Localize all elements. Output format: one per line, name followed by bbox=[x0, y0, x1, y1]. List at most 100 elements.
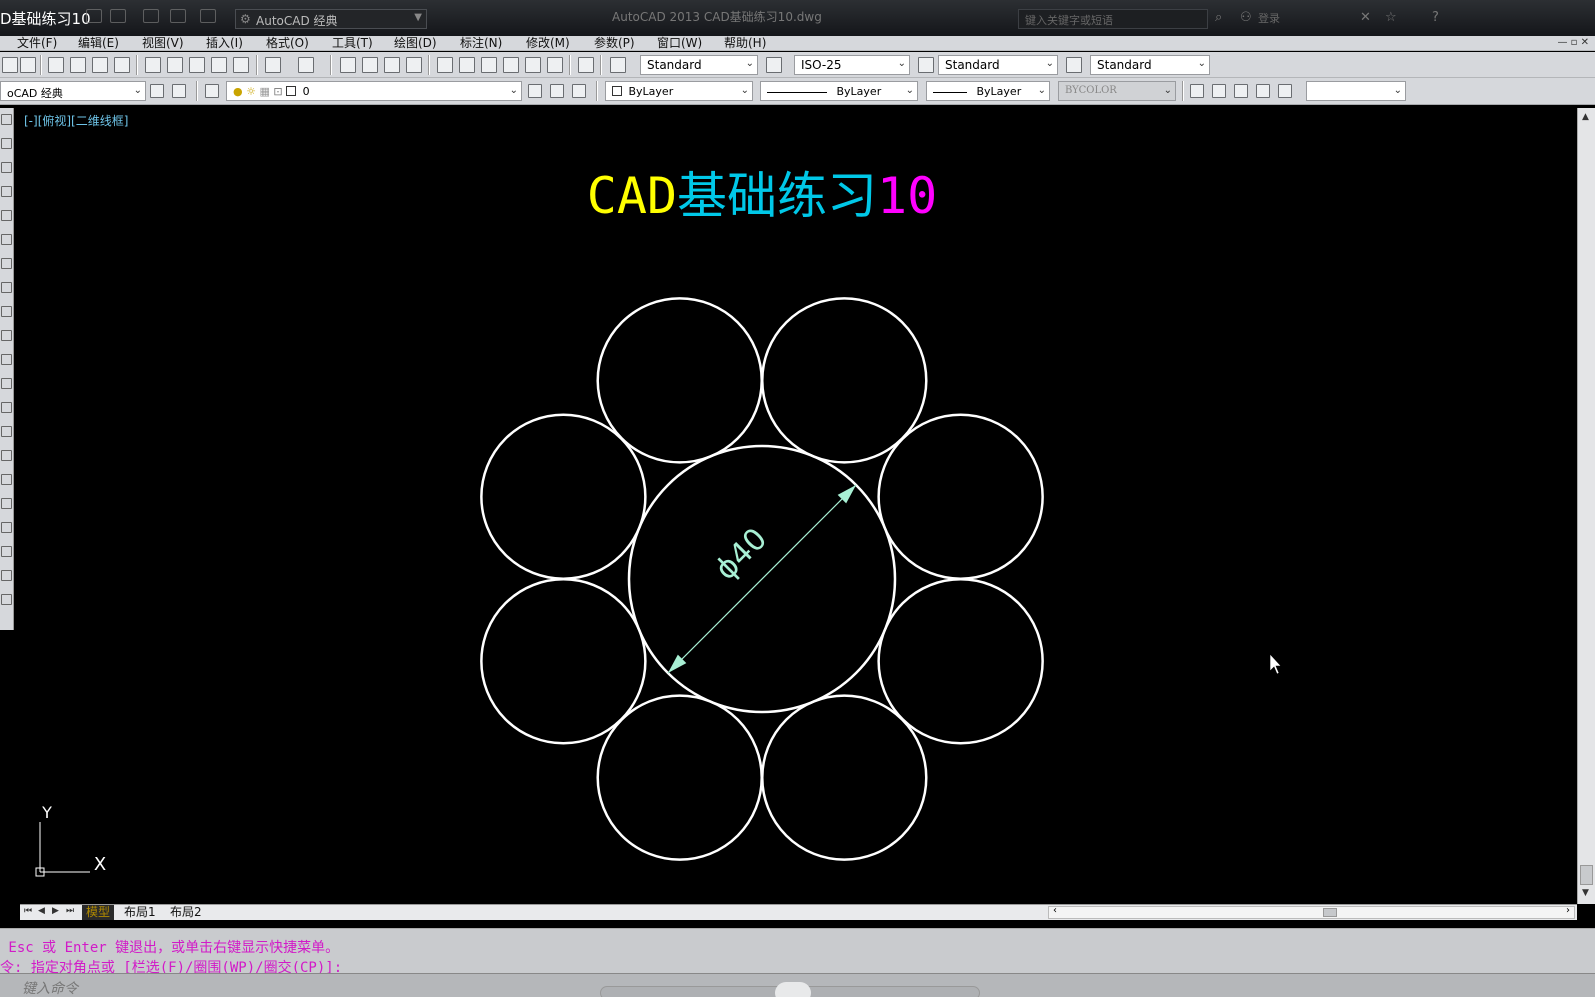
menu-draw[interactable]: 绘图(D) bbox=[394, 36, 437, 51]
scroll-down-icon[interactable]: ▼ bbox=[1582, 888, 1589, 898]
outer-circle[interactable] bbox=[480, 413, 647, 580]
markup-icon[interactable] bbox=[525, 57, 541, 73]
first-tab-icon[interactable]: ⏮ bbox=[24, 906, 32, 916]
properties-icon[interactable] bbox=[437, 57, 453, 73]
outer-circle[interactable] bbox=[761, 694, 928, 861]
last-tab-icon[interactable]: ⏭ bbox=[66, 906, 74, 916]
menu-edit[interactable]: 编辑(E) bbox=[78, 36, 119, 51]
tab-layout1[interactable]: 布局1 bbox=[120, 905, 160, 920]
open-icon[interactable] bbox=[2, 57, 18, 73]
menu-insert[interactable]: 插入(I) bbox=[206, 36, 243, 51]
workspace-select[interactable]: oCAD 经典 ⌄ bbox=[0, 81, 146, 101]
menu-view[interactable]: 视图(V) bbox=[142, 36, 184, 51]
menu-tools[interactable]: 工具(T) bbox=[332, 36, 373, 51]
arc-icon[interactable] bbox=[1, 234, 12, 245]
outer-circle[interactable] bbox=[877, 413, 1044, 580]
dim-radius-icon[interactable] bbox=[1, 570, 12, 581]
publish-icon[interactable] bbox=[92, 57, 108, 73]
scroll-up-icon[interactable]: ▲ bbox=[1582, 112, 1589, 122]
redo-icon[interactable] bbox=[298, 57, 314, 73]
lineweight-select[interactable]: ByLayer ⌄ bbox=[926, 81, 1050, 101]
ellipse-icon[interactable] bbox=[1, 306, 12, 317]
table-icon[interactable] bbox=[1, 474, 12, 485]
menu-help[interactable]: 帮助(H) bbox=[724, 36, 766, 51]
gradient-icon[interactable] bbox=[1, 426, 12, 437]
scroll-thumb[interactable] bbox=[1580, 865, 1593, 885]
revcloud-icon[interactable] bbox=[1, 258, 12, 269]
viewport-polygonal-icon[interactable] bbox=[1234, 84, 1248, 98]
line-icon[interactable] bbox=[1, 114, 12, 125]
viewport-single-icon[interactable] bbox=[1190, 84, 1204, 98]
drawing-canvas[interactable]: [-][俯视][二维线框] CAD基础练习10 ϕ40 Y X bbox=[20, 108, 1577, 904]
workspace-selector[interactable]: ⚙ AutoCAD 经典 ▼ bbox=[235, 9, 427, 29]
spline-icon[interactable] bbox=[1, 282, 12, 293]
login-link[interactable]: 登录 bbox=[1258, 10, 1280, 26]
horizontal-scrollbar[interactable]: ‹ › bbox=[1048, 905, 1575, 919]
layer-state-icon[interactable] bbox=[572, 84, 586, 98]
menu-parametric[interactable]: 参数(P) bbox=[594, 36, 635, 51]
design-center-icon[interactable] bbox=[459, 57, 475, 73]
print-icon[interactable] bbox=[143, 9, 159, 23]
help-icon[interactable]: ? bbox=[1432, 10, 1439, 25]
menu-format[interactable]: 格式(O) bbox=[266, 36, 309, 51]
help-icon[interactable] bbox=[578, 57, 594, 73]
tab-model[interactable]: 模型 bbox=[82, 905, 115, 920]
layer-properties-icon[interactable] bbox=[205, 84, 219, 98]
pause-icon[interactable] bbox=[775, 982, 811, 997]
circle-icon[interactable] bbox=[1, 210, 12, 221]
linetype-select[interactable]: ByLayer ⌄ bbox=[760, 81, 918, 101]
menu-modify[interactable]: 修改(M) bbox=[526, 36, 570, 51]
make-block-icon[interactable] bbox=[1, 354, 12, 365]
3d-dwf-icon[interactable] bbox=[114, 57, 130, 73]
polyline-icon[interactable] bbox=[1, 162, 12, 173]
menu-file[interactable]: 文件(F) bbox=[17, 36, 57, 51]
dim-aligned-icon[interactable] bbox=[1, 546, 12, 557]
search-input[interactable]: 键入关键字或短语 bbox=[1018, 9, 1208, 29]
mtext-icon[interactable] bbox=[1, 498, 12, 509]
window-controls-icon[interactable]: — ▫ ✕ bbox=[1557, 37, 1589, 48]
outer-circle[interactable] bbox=[877, 578, 1044, 745]
workspace-settings-icon[interactable] bbox=[150, 84, 164, 98]
user-icon[interactable]: ⚇ bbox=[1240, 10, 1252, 25]
insert-block-icon[interactable] bbox=[1, 330, 12, 341]
point-icon[interactable] bbox=[1, 378, 12, 389]
copy-icon[interactable] bbox=[167, 57, 183, 73]
color-select[interactable]: ByLayer ⌄ bbox=[605, 81, 753, 101]
match-properties-icon[interactable] bbox=[211, 57, 227, 73]
cut-icon[interactable] bbox=[145, 57, 161, 73]
construction-line-icon[interactable] bbox=[1, 138, 12, 149]
scroll-thumb[interactable] bbox=[1323, 908, 1337, 917]
table-style-icon[interactable] bbox=[918, 57, 934, 73]
binoculars-icon[interactable]: ⌕ bbox=[1215, 10, 1222, 25]
block-editor-icon[interactable] bbox=[233, 57, 249, 73]
preview-icon[interactable] bbox=[70, 57, 86, 73]
text-style-icon[interactable] bbox=[610, 57, 626, 73]
scroll-right-icon[interactable]: › bbox=[1566, 905, 1570, 916]
undo-icon[interactable] bbox=[170, 9, 186, 23]
undo-icon[interactable] bbox=[265, 57, 281, 73]
dim-style-select[interactable]: ISO-25 ⌄ bbox=[794, 55, 910, 75]
mleader-style-select[interactable]: Standard ⌄ bbox=[1090, 55, 1210, 75]
dim-linear-icon[interactable] bbox=[1, 522, 12, 533]
viewport-dialog-icon[interactable] bbox=[1212, 84, 1226, 98]
outer-circle[interactable] bbox=[480, 578, 647, 745]
exchange-icon[interactable]: ✕ bbox=[1360, 10, 1371, 25]
quickcalc-icon[interactable] bbox=[547, 57, 563, 73]
saveas-icon[interactable] bbox=[110, 9, 126, 23]
layer-select[interactable]: ● ☼ ▦ ⊡ 0 ⌄ bbox=[226, 81, 522, 101]
layer-previous-icon[interactable] bbox=[550, 84, 564, 98]
star-icon[interactable]: ☆ bbox=[1385, 10, 1397, 25]
zoom-window-icon[interactable] bbox=[384, 57, 400, 73]
pan-icon[interactable] bbox=[340, 57, 356, 73]
outer-circle[interactable] bbox=[596, 694, 763, 861]
viewport-convert-icon[interactable] bbox=[1256, 84, 1270, 98]
zoom-previous-icon[interactable] bbox=[406, 57, 422, 73]
menu-dimension[interactable]: 标注(N) bbox=[460, 36, 502, 51]
outer-circle[interactable] bbox=[596, 297, 763, 464]
hatch-icon[interactable] bbox=[1, 402, 12, 413]
tab-layout2[interactable]: 布局2 bbox=[166, 905, 206, 920]
save-icon[interactable] bbox=[86, 9, 102, 23]
table-style-select[interactable]: Standard ⌄ bbox=[938, 55, 1058, 75]
scroll-left-icon[interactable]: ‹ bbox=[1053, 905, 1057, 916]
tool-palettes-icon[interactable] bbox=[481, 57, 497, 73]
